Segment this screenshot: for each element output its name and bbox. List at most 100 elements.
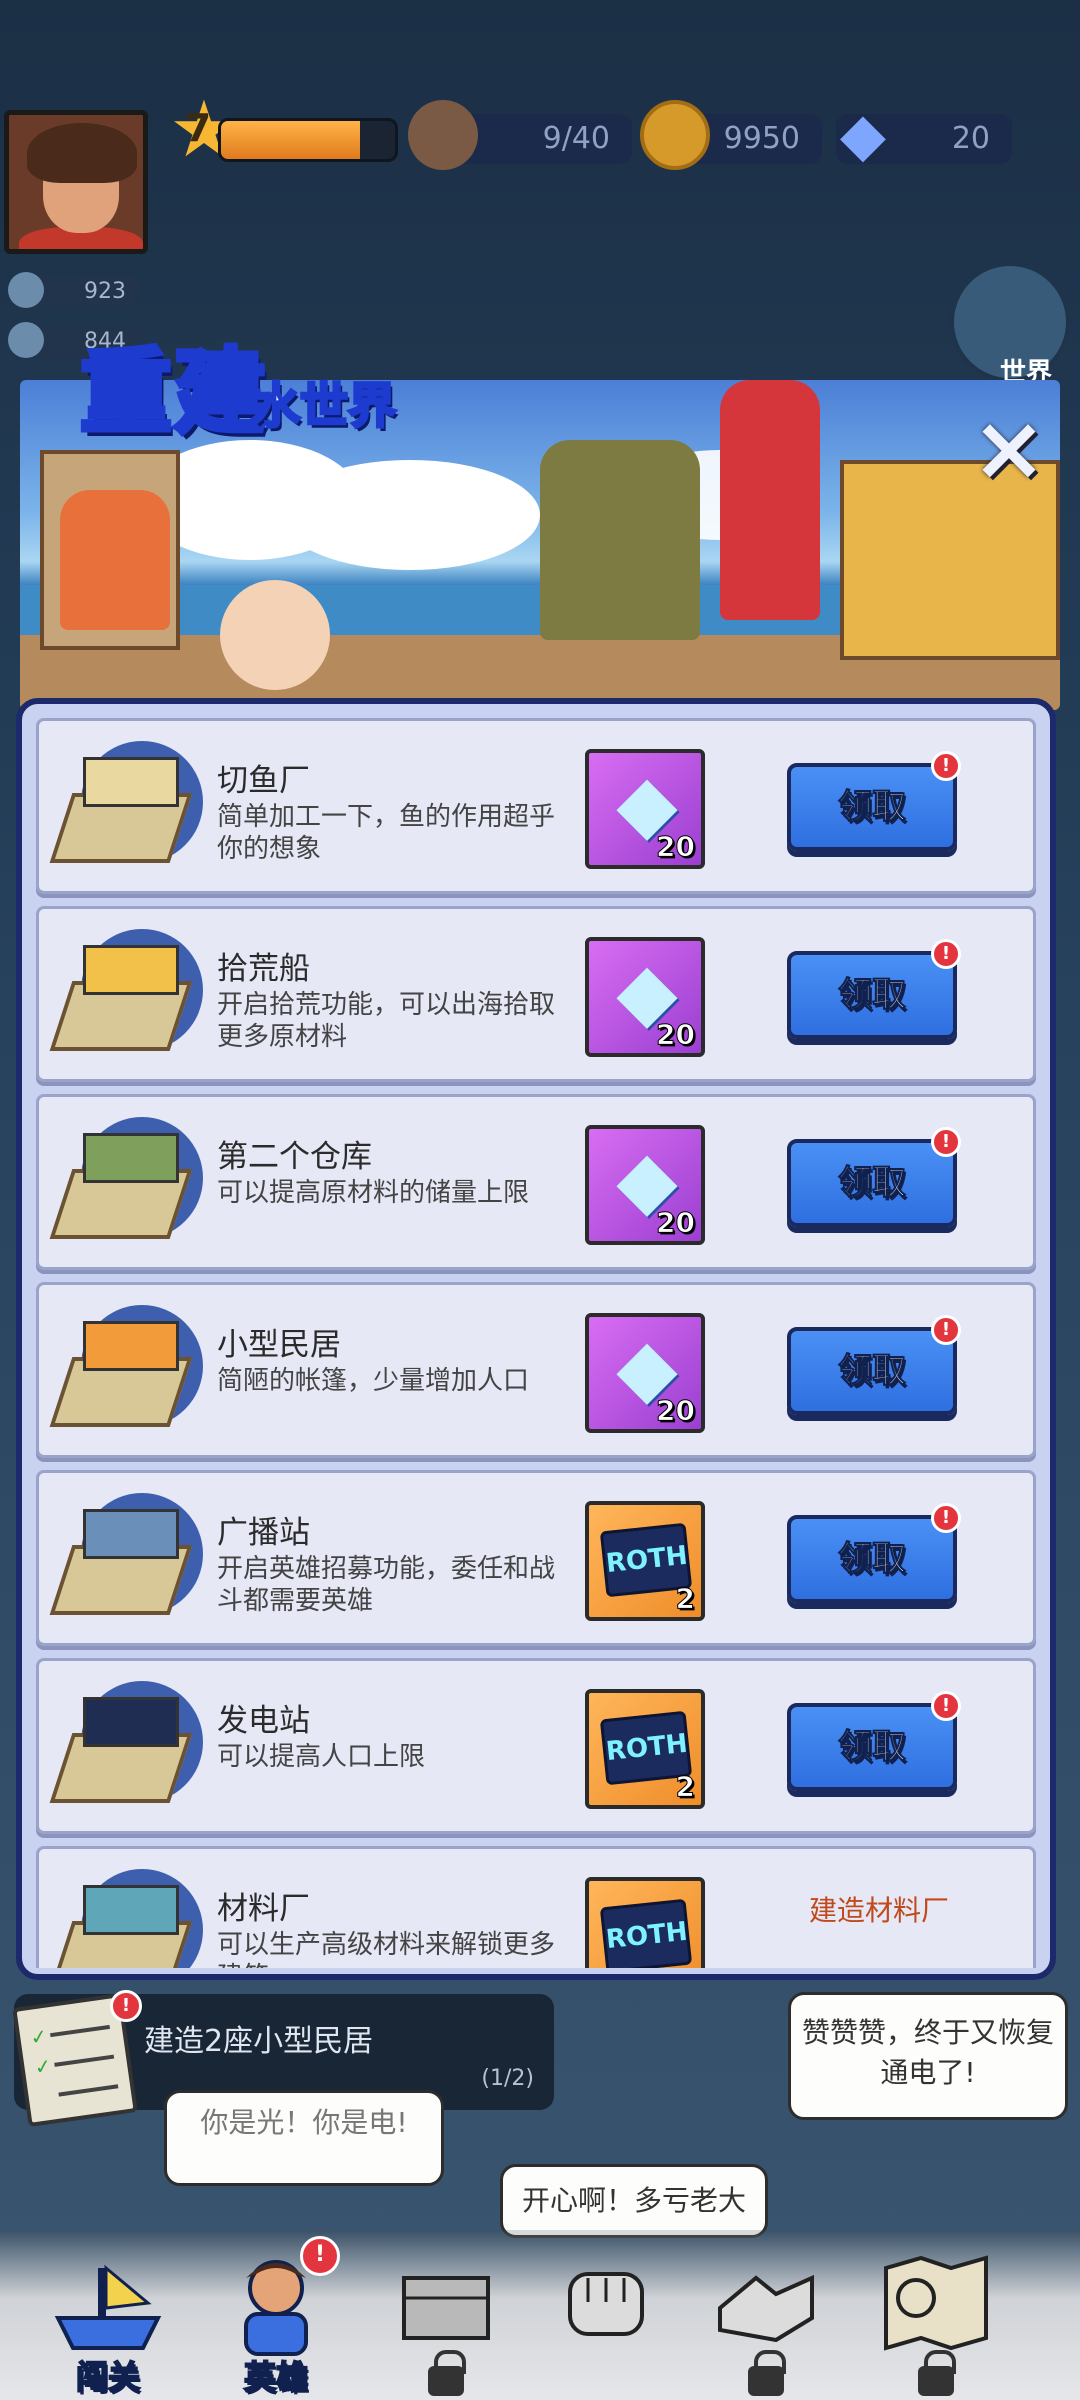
speech-bubble: 你是光！你是电! bbox=[164, 2090, 444, 2186]
cloud bbox=[280, 460, 540, 570]
thumbnail-structure bbox=[83, 757, 179, 807]
gem-reward[interactable]: ◆ 20 bbox=[585, 1313, 705, 1433]
build-link[interactable]: 建造材料厂 bbox=[759, 1889, 999, 1929]
boat-icon bbox=[54, 2264, 162, 2350]
building-thumbnail bbox=[49, 1485, 203, 1635]
building-thumbnail bbox=[49, 1109, 203, 1259]
checklist-line bbox=[58, 2084, 119, 2097]
building-task-panel: 切鱼厂 简单加工一下，鱼的作用超乎你的想象 ◆ 20 领取! 拾荒船 开启拾荒功能，可以出海… bbox=[16, 698, 1056, 1980]
survivor-icon bbox=[408, 100, 478, 170]
claim-button[interactable]: 领取 bbox=[787, 1139, 957, 1227]
building-title: 小型民居 bbox=[217, 1327, 341, 1363]
alert-badge: ! bbox=[931, 1127, 961, 1157]
quest-title: 建造2座小型民居 bbox=[144, 2024, 374, 2059]
building-title: 拾荒船 bbox=[217, 951, 310, 987]
reward-quantity: 20 bbox=[656, 1018, 696, 1052]
recruit-card-reward[interactable]: ROTH 2 bbox=[585, 1689, 705, 1809]
thumbnail-structure bbox=[83, 1321, 179, 1371]
nav-locked-build[interactable] bbox=[366, 2230, 526, 2400]
recruit-card-icon: ROTH bbox=[599, 1898, 693, 1968]
survivor-sitting bbox=[540, 440, 700, 640]
building-title: 广播站 bbox=[217, 1515, 310, 1551]
building-description: 简陋的帐篷，少量增加人口 bbox=[217, 1366, 530, 1396]
handshake-icon bbox=[718, 2274, 814, 2343]
nav-locked-fight[interactable] bbox=[526, 2230, 686, 2400]
nav-map[interactable] bbox=[856, 2230, 1016, 2400]
building-task-row: 小型民居 简陋的帐篷，少量增加人口 ◆ 20 领取! bbox=[36, 1282, 1036, 1458]
building-task-row: 发电站 可以提高人口上限 ROTH 2 领取! bbox=[36, 1658, 1036, 1834]
survivor-orange bbox=[60, 490, 170, 630]
lock-icon bbox=[918, 2350, 956, 2396]
recruit-card-reward[interactable]: ROTH bbox=[585, 1877, 705, 1968]
thumbnail-structure bbox=[83, 1133, 179, 1183]
gem-reward[interactable]: ◆ 20 bbox=[585, 937, 705, 1057]
claim-button[interactable]: 领取 bbox=[787, 1327, 957, 1415]
reward-quantity: 2 bbox=[675, 1582, 696, 1616]
building-thumbnail bbox=[49, 1673, 203, 1823]
reward-quantity: 20 bbox=[656, 1206, 696, 1240]
nav-heroes-alert: ! bbox=[300, 2236, 340, 2276]
building-thumbnail bbox=[49, 921, 203, 1071]
building-description: 简单加工一下，鱼的作用超乎你的想象 bbox=[217, 802, 556, 864]
building-task-row: 第二个仓库 可以提高原材料的储量上限 ◆ 20 领取! bbox=[36, 1094, 1036, 1270]
quest-alert-badge: ! bbox=[110, 1990, 142, 2022]
recruit-card-reward[interactable]: ROTH 2 bbox=[585, 1501, 705, 1621]
alert-badge: ! bbox=[931, 939, 961, 969]
reward-quantity: 20 bbox=[656, 1394, 696, 1428]
player-avatar[interactable] bbox=[4, 110, 148, 254]
reward-quantity: 20 bbox=[656, 830, 696, 864]
speech-bubble: 开心啊！多亏老大 bbox=[500, 2164, 768, 2238]
fish-icon bbox=[8, 272, 44, 308]
gem-reward[interactable]: ◆ 20 bbox=[585, 749, 705, 869]
modal-title: 重建 bbox=[77, 337, 269, 449]
nav-stage-label: 闯关 bbox=[75, 2357, 141, 2397]
building-title: 切鱼厂 bbox=[217, 763, 310, 799]
alert-badge: ! bbox=[931, 1503, 961, 1533]
claim-button[interactable]: 领取 bbox=[787, 1703, 957, 1791]
survivor-standing bbox=[720, 380, 820, 620]
survivor-bald bbox=[220, 580, 330, 690]
nav-stage[interactable]: 闯关 bbox=[28, 2230, 188, 2400]
building-task-row: 材料厂可以生产高级材料来解锁更多建筑 ROTH 建造材料厂 bbox=[36, 1846, 1036, 1968]
building-task-list[interactable]: 切鱼厂 简单加工一下，鱼的作用超乎你的想象 ◆ 20 领取! 拾荒船 开启拾荒功能，可以出海… bbox=[36, 718, 1036, 1968]
diamond-icon: ◆ bbox=[839, 100, 887, 170]
building-description: 可以提高人口上限 bbox=[217, 1742, 426, 1772]
fish-stat: 923 bbox=[8, 272, 140, 308]
fish-stat-value: 923 bbox=[84, 279, 126, 304]
xp-bar bbox=[218, 118, 398, 162]
thumbnail-structure bbox=[83, 1885, 179, 1935]
building-thumbnail bbox=[49, 1861, 203, 1968]
water-icon bbox=[8, 322, 44, 358]
lock-icon bbox=[428, 2350, 466, 2396]
nav-locked-alliance[interactable] bbox=[686, 2230, 846, 2400]
alert-badge: ! bbox=[931, 1691, 961, 1721]
thumbnail-structure bbox=[83, 945, 179, 995]
building-task-row: 广播站 开启英雄招募功能，委任和战斗都需要英雄 ROTH 2 领取! bbox=[36, 1470, 1036, 1646]
xp-bar-fill bbox=[221, 121, 361, 159]
modal-subtitle: 水世界 bbox=[250, 377, 397, 436]
quest-progress: (1/2) bbox=[481, 2066, 534, 2091]
checklist-line bbox=[50, 2024, 111, 2038]
map-icon bbox=[884, 2255, 988, 2351]
building-title: 材料厂 bbox=[217, 1891, 310, 1927]
speech-bubble: 赞赞赞，终于又恢复通电了! bbox=[788, 1992, 1068, 2120]
building-description: 可以生产高级材料来解锁更多建筑 bbox=[217, 1930, 556, 1968]
checklist-line bbox=[54, 2054, 115, 2067]
building-description: 开启英雄招募功能，委任和战斗都需要英雄 bbox=[217, 1554, 556, 1616]
building-title: 第二个仓库 bbox=[217, 1139, 372, 1175]
claim-button[interactable]: 领取 bbox=[787, 1515, 957, 1603]
thumbnail-structure bbox=[83, 1509, 179, 1559]
gem-reward[interactable]: ◆ 20 bbox=[585, 1125, 705, 1245]
check-icon: ✓ bbox=[33, 2053, 53, 2080]
lock-icon bbox=[748, 2350, 786, 2396]
claim-button[interactable]: 领取 bbox=[787, 951, 957, 1039]
fist-icon bbox=[568, 2272, 644, 2336]
crate-icon bbox=[402, 2276, 490, 2340]
close-icon[interactable]: × bbox=[968, 404, 1050, 494]
nav-heroes-label: 英雄 bbox=[243, 2357, 309, 2397]
building-thumbnail bbox=[49, 733, 203, 883]
claim-button[interactable]: 领取 bbox=[787, 763, 957, 851]
coin-icon bbox=[640, 100, 710, 170]
reward-quantity: 2 bbox=[675, 1770, 696, 1804]
thumbnail-structure bbox=[83, 1697, 179, 1747]
